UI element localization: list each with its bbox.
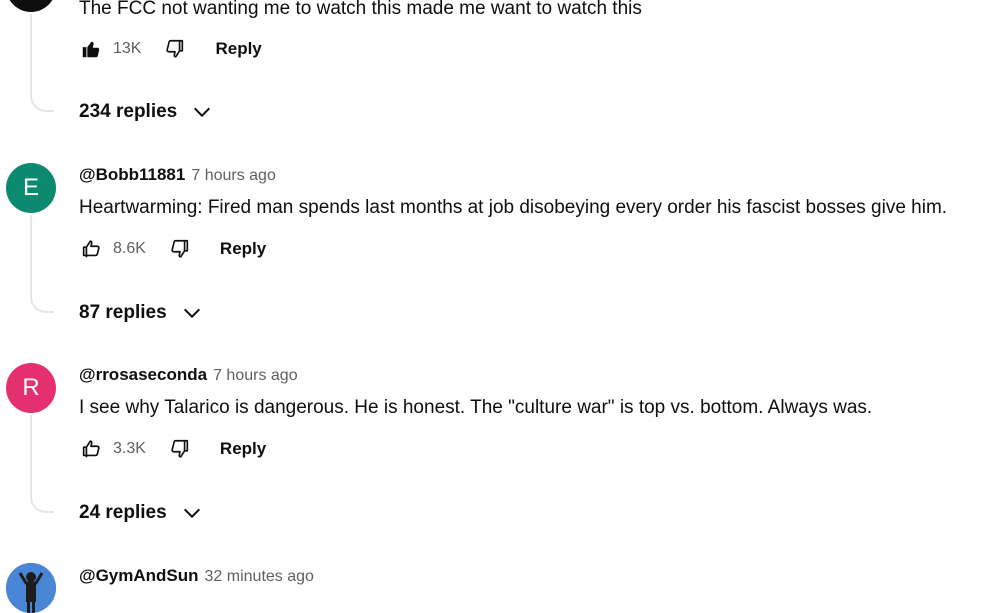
reply-button[interactable]: Reply (220, 239, 266, 259)
replies-count: 24 replies (79, 502, 167, 523)
comment-3-header: @rrosaseconda 7 hours ago (79, 365, 298, 385)
comment-time[interactable]: 7 hours ago (213, 367, 298, 384)
replies-count: 234 replies (79, 101, 178, 122)
thread-line (30, 415, 54, 513)
thumbs-down-icon (171, 239, 189, 258)
comment-2-actions: 8.6K Reply (79, 233, 266, 265)
dislike-button[interactable] (163, 37, 187, 61)
reply-button[interactable]: Reply (215, 39, 261, 59)
avatar-letter: E (22, 174, 39, 201)
like-count: 8.6K (113, 240, 146, 257)
like-count: 3.3K (113, 440, 146, 457)
view-replies-button[interactable]: 87 replies (79, 302, 203, 324)
comment-time[interactable]: 7 hours ago (191, 167, 276, 184)
thumbs-down-icon (166, 39, 184, 58)
comment-1-text: The FCC not wanting me to watch this mad… (79, 0, 642, 19)
thread-line (30, 14, 54, 112)
like-button[interactable] (79, 437, 103, 461)
like-count: 13K (113, 40, 142, 57)
comment-4-avatar[interactable] (6, 563, 56, 613)
comment-author[interactable]: @rrosaseconda (79, 365, 207, 384)
dislike-button[interactable] (168, 437, 192, 461)
comment-1-avatar[interactable] (6, 0, 56, 12)
reply-button[interactable]: Reply (220, 439, 266, 459)
comment-3-avatar[interactable]: R (6, 363, 56, 413)
like-button[interactable] (79, 37, 103, 61)
chevron-down-icon (181, 502, 203, 524)
avatar-letter: R (22, 374, 40, 401)
person-photo-icon (6, 563, 56, 613)
comment-1-actions: 13K Reply (79, 33, 262, 65)
like-button[interactable] (79, 237, 103, 261)
view-replies-button[interactable]: 24 replies (79, 502, 203, 524)
view-replies-button[interactable]: 234 replies (79, 101, 213, 123)
comment-2-text: Heartwarming: Fired man spends last mont… (79, 197, 948, 218)
comment-2-avatar[interactable]: E (6, 163, 56, 213)
replies-count: 87 replies (79, 302, 167, 323)
comment-author[interactable]: @Bobb11881 (79, 165, 185, 184)
chevron-down-icon (191, 101, 213, 123)
comment-3-actions: 3.3K Reply (79, 433, 266, 465)
thumbs-up-filled-icon (82, 41, 100, 58)
comment-3-text: I see why Talarico is dangerous. He is h… (79, 397, 873, 418)
chevron-down-icon (181, 302, 203, 324)
comment-time[interactable]: 32 minutes ago (205, 568, 314, 585)
dislike-button[interactable] (168, 237, 192, 261)
comment-author[interactable]: @GymAndSun (79, 566, 199, 585)
comment-4-header: @GymAndSun 32 minutes ago (79, 566, 314, 586)
comment-2-header: @Bobb11881 7 hours ago (79, 165, 276, 185)
thread-line (30, 215, 54, 313)
thumbs-up-icon (82, 240, 100, 258)
thumbs-down-icon (171, 439, 189, 458)
thumbs-up-icon (82, 440, 100, 458)
